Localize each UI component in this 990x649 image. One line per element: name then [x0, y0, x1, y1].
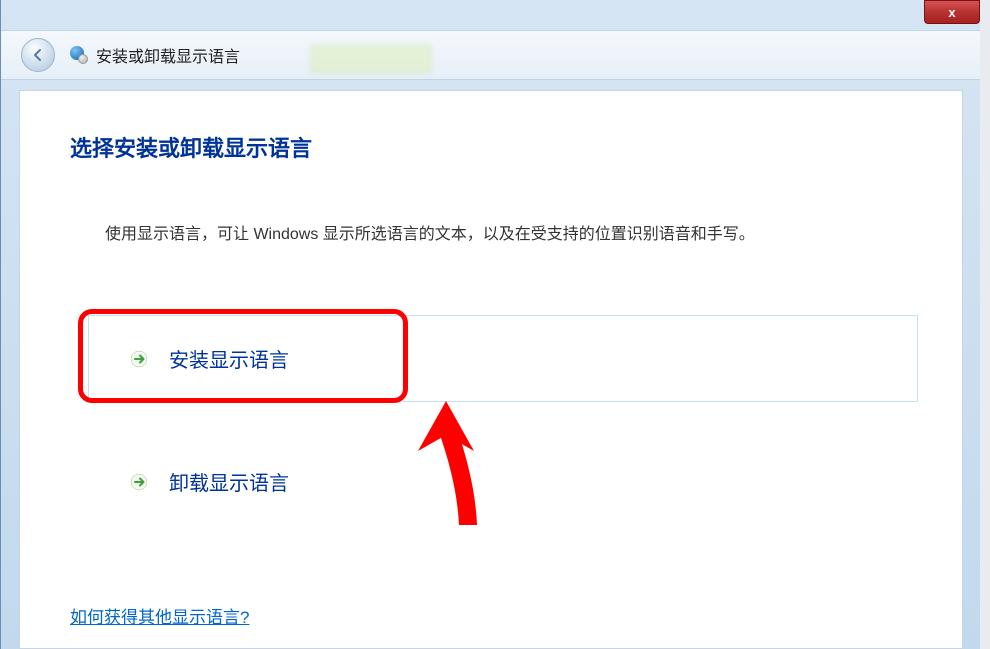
install-option-label: 安装显示语言: [169, 344, 289, 373]
background-blur: [311, 45, 431, 73]
install-language-option[interactable]: 安装显示语言: [88, 315, 918, 402]
uninstall-option-wrapper: 卸载显示语言: [88, 438, 918, 525]
header-title: 安装或卸载显示语言: [96, 43, 240, 67]
forward-arrow-icon: [129, 472, 149, 492]
close-button[interactable]: x: [924, 0, 980, 24]
window-frame: x 安装或卸载显示语言 选择安装或卸载显示语言 使用显示语言，可让 Window…: [0, 0, 980, 649]
install-option-wrapper: 安装显示语言: [88, 315, 918, 402]
page-description: 使用显示语言，可让 Windows 显示所选语言的文本，以及在受支持的位置识别语…: [20, 163, 962, 247]
back-button[interactable]: [21, 38, 55, 72]
option-list: 安装显示语言 卸载显示语言: [88, 315, 918, 525]
help-link[interactable]: 如何获得其他显示语言?: [70, 603, 249, 628]
uninstall-option-label: 卸载显示语言: [169, 467, 289, 496]
page-title: 选择安装或卸载显示语言: [20, 91, 962, 163]
close-icon: x: [948, 5, 955, 20]
uninstall-language-option[interactable]: 卸载显示语言: [88, 438, 918, 525]
header-bar: 安装或卸载显示语言: [1, 30, 980, 80]
language-pack-icon: [70, 46, 88, 64]
content-panel: 选择安装或卸载显示语言 使用显示语言，可让 Windows 显示所选语言的文本，…: [19, 90, 963, 649]
back-arrow-icon: [30, 47, 46, 63]
forward-arrow-icon: [129, 349, 149, 369]
